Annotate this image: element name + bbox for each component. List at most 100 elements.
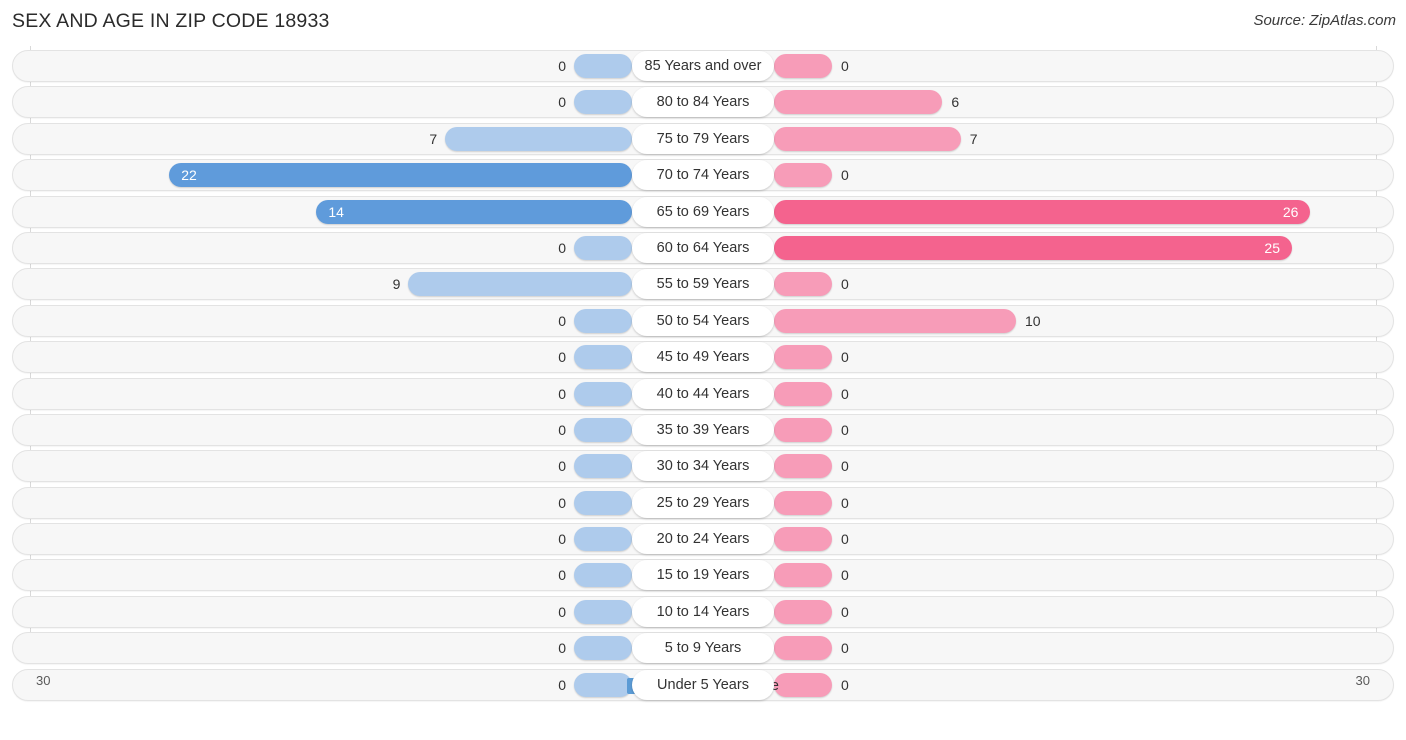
female-bar[interactable] <box>774 454 832 479</box>
bar-row: 0 25 60 to 64 Years <box>12 231 1394 264</box>
category-label: 35 to 39 Years <box>632 414 774 445</box>
bar-row: 14 26 65 to 69 Years <box>12 195 1394 228</box>
female-value-label: 10 <box>1025 312 1041 329</box>
female-value-label: 0 <box>841 531 849 548</box>
male-bar[interactable] <box>574 381 632 406</box>
male-bar[interactable] <box>574 417 632 442</box>
male-value-label: 0 <box>558 421 566 438</box>
female-value-label: 26 <box>1282 203 1299 220</box>
bar-row: 22 0 70 to 74 Years <box>12 159 1394 192</box>
bar-row: 0 0 25 to 29 Years <box>12 486 1394 519</box>
male-bar[interactable] <box>574 599 632 624</box>
female-bar[interactable] <box>774 308 1016 333</box>
male-bar[interactable] <box>316 199 632 224</box>
female-bar[interactable] <box>774 272 832 297</box>
female-bar[interactable] <box>774 199 1311 224</box>
female-value-label: 0 <box>841 167 849 184</box>
chart-header: SEX AND AGE IN ZIP CODE 18933 Source: Zi… <box>0 0 1406 46</box>
male-bar[interactable] <box>574 636 632 661</box>
category-label: 75 to 79 Years <box>632 123 774 154</box>
category-label: 10 to 14 Years <box>632 596 774 627</box>
category-label: 45 to 49 Years <box>632 342 774 373</box>
female-value-label: 0 <box>841 58 849 74</box>
female-value-label: 0 <box>841 603 849 620</box>
female-value-label: 0 <box>841 458 849 475</box>
bar-row: 0 0 35 to 39 Years <box>12 413 1394 446</box>
female-value-label: 0 <box>841 567 849 584</box>
category-label: Under 5 Years <box>632 669 774 700</box>
category-label: 30 to 34 Years <box>632 451 774 482</box>
male-bar[interactable] <box>574 527 632 552</box>
bar-rows: 0 0 85 Years and over 0 6 80 to 84 Years 7 7 75 … <box>12 50 1394 705</box>
male-bar[interactable] <box>445 126 632 151</box>
female-bar[interactable] <box>774 417 832 442</box>
male-value-label: 0 <box>558 531 566 548</box>
male-value-label: 0 <box>558 603 566 620</box>
category-label: 40 to 44 Years <box>632 378 774 409</box>
bar-row: 0 0 20 to 24 Years <box>12 523 1394 556</box>
bar-row: 0 0 85 Years and over <box>12 50 1394 82</box>
female-bar[interactable] <box>774 235 1292 260</box>
female-bar[interactable] <box>774 163 832 188</box>
category-label: 20 to 24 Years <box>632 524 774 555</box>
female-value-label: 0 <box>841 640 849 657</box>
male-value-label: 0 <box>558 494 566 511</box>
male-bar[interactable] <box>574 90 632 115</box>
category-label: 25 to 29 Years <box>632 487 774 518</box>
female-bar[interactable] <box>774 381 832 406</box>
male-value-label: 0 <box>558 58 566 74</box>
male-value-label: 0 <box>558 640 566 657</box>
female-bar[interactable] <box>774 599 832 624</box>
category-label: 80 to 84 Years <box>632 87 774 118</box>
bar-row: 0 6 80 to 84 Years <box>12 86 1394 119</box>
male-value-label: 0 <box>558 567 566 584</box>
male-bar[interactable] <box>574 54 632 78</box>
bar-row: 0 0 5 to 9 Years <box>12 632 1394 665</box>
male-value-label: 0 <box>558 94 566 111</box>
female-bar[interactable] <box>774 345 832 370</box>
page-title: SEX AND AGE IN ZIP CODE 18933 <box>12 10 330 32</box>
chart-plot-area: 0 0 85 Years and over 0 6 80 to 84 Years 7 7 75 … <box>0 46 1406 704</box>
category-label: 85 Years and over <box>632 51 774 81</box>
female-bar[interactable] <box>774 636 832 661</box>
bar-row: 0 0 15 to 19 Years <box>12 559 1394 592</box>
category-label: 5 to 9 Years <box>632 633 774 664</box>
bar-row: 0 0 40 to 44 Years <box>12 377 1394 410</box>
male-value-label: 0 <box>558 349 566 366</box>
bar-row: 0 0 45 to 49 Years <box>12 341 1394 374</box>
category-label: 50 to 54 Years <box>632 305 774 336</box>
male-bar[interactable] <box>169 163 632 188</box>
bar-row: 0 0 10 to 14 Years <box>12 595 1394 628</box>
bar-row: 9 0 55 to 59 Years <box>12 268 1394 301</box>
male-value-label: 22 <box>181 167 197 184</box>
category-label: 60 to 64 Years <box>632 232 774 263</box>
female-value-label: 0 <box>841 421 849 438</box>
female-bar[interactable] <box>774 527 832 552</box>
male-bar[interactable] <box>574 308 632 333</box>
female-bar[interactable] <box>774 490 832 515</box>
male-bar[interactable] <box>574 235 632 260</box>
category-label: 55 to 59 Years <box>632 269 774 300</box>
category-label: 70 to 74 Years <box>632 160 774 191</box>
male-value-label: 0 <box>558 312 566 329</box>
male-bar[interactable] <box>574 563 632 588</box>
male-bar[interactable] <box>574 345 632 370</box>
male-value-label: 14 <box>328 203 344 220</box>
female-value-label: 0 <box>841 349 849 366</box>
male-value-label: 9 <box>392 276 401 293</box>
male-bar[interactable] <box>574 454 632 479</box>
female-value-label: 7 <box>969 130 978 147</box>
male-value-label: 0 <box>558 458 566 475</box>
male-value-label: 7 <box>429 130 438 147</box>
male-bar[interactable] <box>408 272 632 297</box>
male-value-label: 0 <box>558 239 566 256</box>
male-bar[interactable] <box>574 490 632 515</box>
female-bar[interactable] <box>774 563 832 588</box>
source-attribution: Source: ZipAtlas.com <box>1253 12 1396 29</box>
female-bar[interactable] <box>774 126 961 151</box>
female-value-label: 25 <box>1264 239 1280 256</box>
female-bar[interactable] <box>774 54 832 78</box>
category-label: 15 to 19 Years <box>632 560 774 591</box>
female-value-label: 6 <box>951 94 960 111</box>
female-bar[interactable] <box>774 90 943 115</box>
